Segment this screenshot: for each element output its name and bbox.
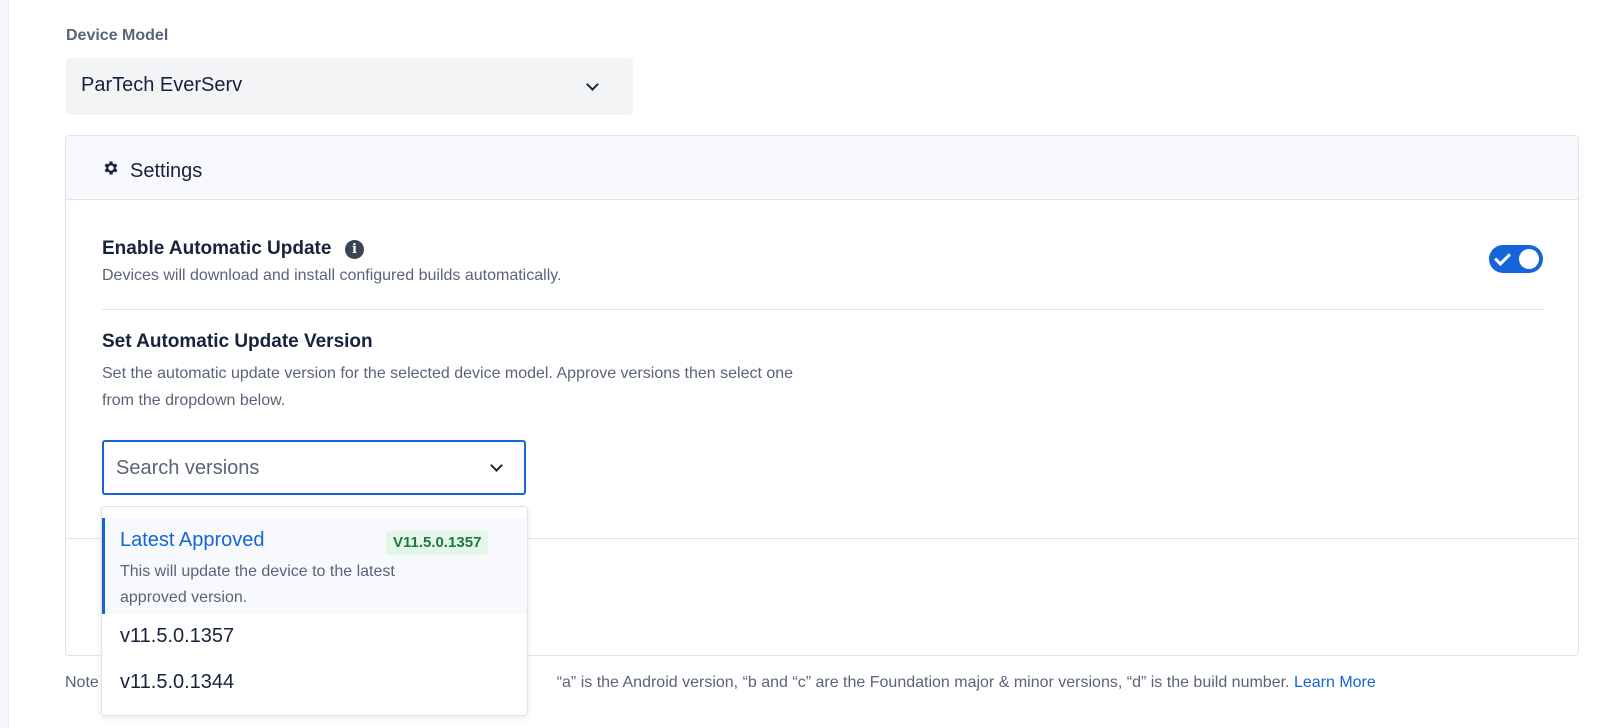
version-search-input[interactable] (116, 454, 456, 482)
update-version-description: Set the automatic update version for the… (102, 365, 794, 409)
version-badge: V11.5.0.1357 (386, 531, 489, 555)
device-model-value: ParTech EverServ (81, 74, 243, 96)
dropdown-option[interactable]: v11.5.0.1357 (120, 625, 234, 648)
latest-approved-description: This will update the device to the lates… (120, 563, 395, 606)
version-dropdown: Latest Approved V11.5.0.1357 This will u… (101, 506, 528, 716)
settings-header: Settings (66, 136, 1578, 200)
divider (102, 309, 1544, 310)
dropdown-option[interactable]: v11.5.0.1344 (120, 671, 234, 694)
version-search-box[interactable] (102, 440, 526, 495)
auto-update-description: Devices will download and install config… (102, 267, 562, 284)
update-version-title: Set Automatic Update Version (102, 331, 373, 352)
device-model-select[interactable]: ParTech EverServ (66, 58, 633, 115)
chevron-down-icon (586, 78, 599, 91)
latest-approved-title: Latest Approved (120, 529, 265, 551)
chevron-down-icon[interactable] (490, 459, 503, 472)
info-icon[interactable]: i (345, 240, 364, 259)
check-icon (1494, 249, 1511, 266)
device-model-label: Device Model (66, 27, 169, 44)
page: Device Model ParTech EverServ Settings E… (0, 0, 1600, 728)
auto-update-toggle[interactable] (1489, 245, 1543, 273)
gear-icon (104, 161, 118, 175)
toggle-knob (1519, 249, 1539, 269)
option-latest-approved[interactable]: Latest Approved V11.5.0.1357 This will u… (102, 518, 527, 614)
auto-update-title: Enable Automatic Update (102, 238, 332, 259)
left-rail (0, 0, 9, 728)
settings-title: Settings (130, 160, 203, 182)
note-text: “a” is the Android version, “b and “c” a… (556, 674, 1290, 691)
learn-more-link[interactable]: Learn More (1294, 674, 1376, 691)
note-prefix: Note (65, 674, 99, 691)
